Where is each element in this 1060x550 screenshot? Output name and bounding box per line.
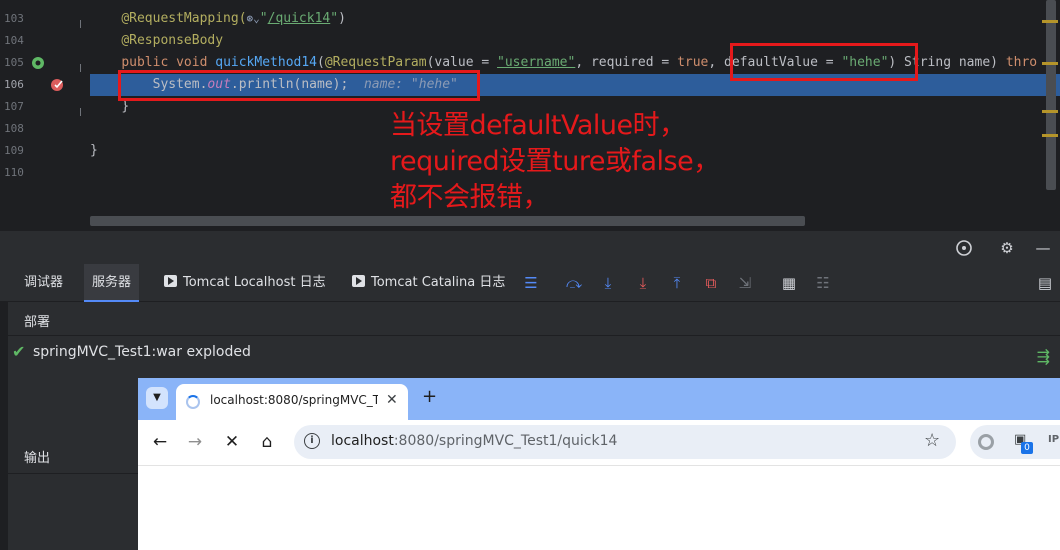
extension-circle-icon[interactable] (978, 434, 994, 450)
line-number: 110 (4, 166, 24, 179)
highlight-box-println (118, 70, 480, 101)
hamburger-icon[interactable]: ☰ (522, 274, 540, 292)
output-label: 输出 (24, 451, 51, 466)
browser-window: ▼ localhost:8080/springMVC_Te ✕ + ← → ✕ … (138, 378, 1060, 550)
console-icon (352, 275, 365, 287)
annotation-line: required设置ture或false， (390, 146, 720, 177)
line-number: 103 (4, 12, 24, 25)
extensions-area: ▣ 0 IP (970, 425, 1060, 459)
bookmark-star-icon[interactable]: ☆ (924, 430, 940, 451)
force-step-into-icon[interactable]: ⤓ (634, 274, 652, 292)
scroll-marker (1042, 20, 1058, 23)
scroll-marker (1042, 134, 1058, 137)
stop-icon[interactable]: ✕ (221, 431, 243, 453)
tool-window-header: ⚙ — (0, 230, 1060, 264)
home-icon[interactable]: ⌂ (256, 431, 278, 453)
layout-icon[interactable]: ▤ (1036, 274, 1054, 292)
line-number: 107 (4, 100, 24, 113)
line-number: 106 (4, 78, 24, 91)
step-into-icon[interactable]: ⤓ (599, 274, 617, 292)
step-over-icon[interactable]: ⤼ (565, 274, 583, 292)
annotation-text: 当设置defaultValue时， required设置ture或false， … (390, 108, 790, 216)
trace-icon[interactable]: ☷ (814, 274, 832, 292)
forward-icon[interactable]: → (184, 431, 206, 453)
debug-tabs: 调试器 服务器 Tomcat Localhost 日志 Tomcat Catal… (0, 264, 1060, 302)
url-host: localhost (331, 433, 394, 449)
gear-icon[interactable]: ⚙ (998, 239, 1016, 257)
extension-badge: 0 (1021, 442, 1033, 454)
deployment-header: 部署 (8, 302, 1060, 336)
tab-label: Tomcat Catalina 日志 (371, 275, 506, 290)
web-endpoint-icon[interactable] (30, 55, 46, 71)
annotation-line: 都不会报错， (390, 182, 550, 213)
divider (8, 473, 138, 474)
breakpoint-icon[interactable] (50, 76, 66, 92)
scroll-marker (1042, 62, 1058, 65)
run-to-cursor-icon[interactable]: ⇲ (736, 274, 754, 292)
checkmark-icon: ✔ (12, 342, 26, 361)
minimize-icon[interactable]: — (1034, 239, 1052, 257)
redeploy-icon[interactable]: ⇶ (1037, 347, 1050, 366)
address-bar[interactable]: i localhost:8080/springMVC_Test1/quick14… (294, 425, 956, 459)
editor-gutter: 103 104 105 106 107 108 109 110 (0, 0, 90, 230)
fold-marker[interactable] (80, 64, 88, 72)
line-number: 104 (4, 34, 24, 47)
console-icon (164, 275, 177, 287)
fold-marker[interactable] (80, 20, 88, 28)
side-strip (0, 302, 8, 550)
extension-ip-icon[interactable]: IP (1048, 434, 1059, 445)
fold-marker[interactable] (80, 108, 88, 116)
loading-spinner-icon (186, 395, 200, 409)
tab-tomcat-localhost[interactable]: Tomcat Localhost 日志 (156, 264, 334, 302)
code-line-103: @RequestMapping(⊛⌄"/quick14") (121, 11, 346, 26)
tab-label: Tomcat Localhost 日志 (183, 275, 326, 290)
browser-tabstrip: ▼ localhost:8080/springMVC_Te ✕ + (138, 378, 1060, 420)
new-tab-button[interactable]: + (422, 386, 437, 407)
url-path: :8080/springMVC_Test1/quick14 (393, 433, 618, 449)
info-icon[interactable]: i (304, 433, 320, 449)
browser-tab[interactable]: localhost:8080/springMVC_Te ✕ (176, 384, 408, 420)
url-text[interactable]: localhost:8080/springMVC_Test1/quick14 (331, 433, 617, 449)
scroll-marker (1042, 110, 1058, 113)
evaluate-icon[interactable]: ▦ (780, 274, 798, 292)
annotation-line: 当设置defaultValue时， (390, 110, 686, 141)
deployment-item[interactable]: ✔ springMVC_Test1:war exploded ⇶ (8, 337, 1060, 377)
highlight-box-defaultvalue (730, 43, 918, 81)
line-number: 105 (4, 56, 24, 69)
tab-search-button[interactable]: ▼ (146, 387, 168, 409)
crosshair-icon[interactable] (955, 239, 973, 257)
line-number: 108 (4, 122, 24, 135)
vertical-scrollbar[interactable] (1046, 0, 1056, 190)
step-out-icon[interactable]: ⤒ (668, 274, 686, 292)
deployment-name: springMVC_Test1:war exploded (33, 344, 251, 360)
deployment-title: 部署 (24, 315, 51, 330)
browser-toolbar: ← → ✕ ⌂ i localhost:8080/springMVC_Test1… (138, 420, 1060, 466)
globe-icon: ⊛⌄ (246, 12, 260, 25)
tab-server[interactable]: 服务器 (84, 264, 140, 302)
back-icon[interactable]: ← (149, 431, 171, 453)
tab-tomcat-catalina[interactable]: Tomcat Catalina 日志 (344, 264, 513, 302)
horizontal-scrollbar[interactable] (90, 216, 805, 226)
line-number: 109 (4, 144, 24, 157)
code-editor[interactable]: 103 104 105 106 107 108 109 110 @Request… (0, 0, 1060, 230)
tab-title: localhost:8080/springMVC_Te (210, 393, 378, 407)
close-icon[interactable]: ✕ (386, 392, 398, 408)
drop-frame-icon[interactable]: ⧉ (702, 274, 720, 292)
tab-debugger[interactable]: 调试器 (16, 264, 71, 302)
